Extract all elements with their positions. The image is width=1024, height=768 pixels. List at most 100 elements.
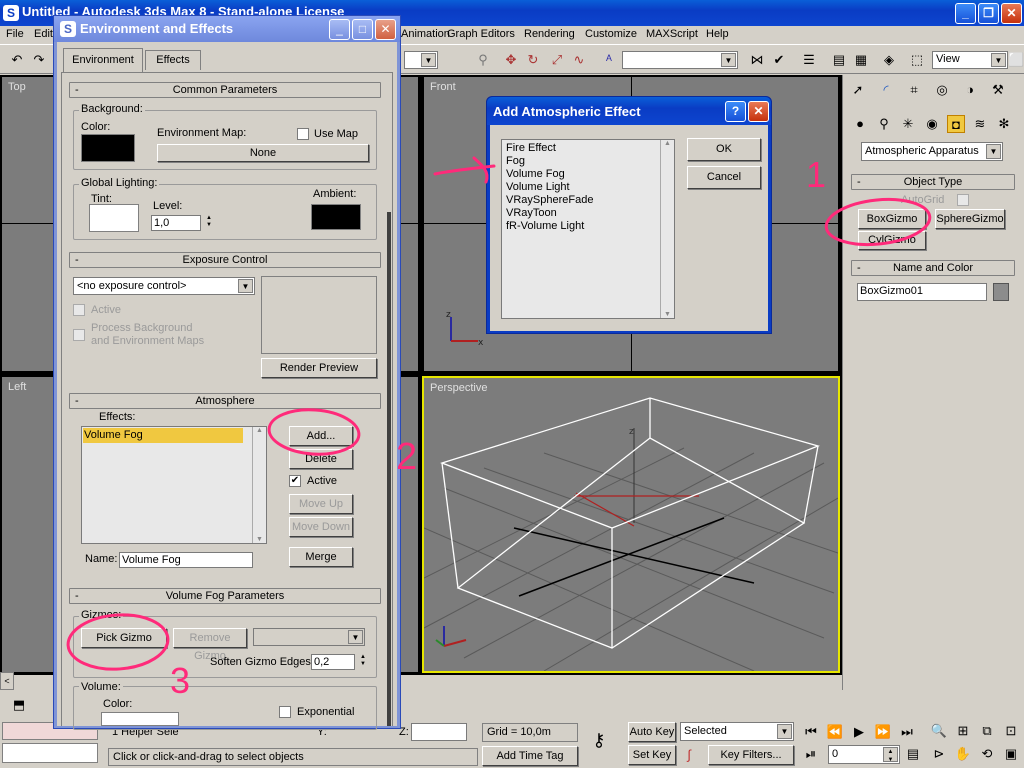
schematic-icon[interactable]: ▦	[852, 51, 870, 69]
effect-type-list-item[interactable]: fR-Volume Light	[506, 220, 584, 232]
current-frame-field[interactable]: 0 ▲ ▼	[828, 745, 900, 764]
env-minimize-button[interactable]: _	[329, 19, 350, 40]
menu-help[interactable]: Help	[706, 28, 729, 40]
named-selection-dropdown[interactable]: ▼	[622, 51, 738, 69]
named-selection-icon[interactable]: ᴬ	[600, 51, 618, 69]
effects-list-scrollbar[interactable]: ▲ ▼	[252, 427, 266, 543]
material-editor-icon[interactable]: ◈	[880, 51, 898, 69]
display-tab-icon[interactable]: ◑	[961, 81, 979, 99]
menu-animation[interactable]: Animation	[401, 28, 450, 40]
env-map-button[interactable]: None	[157, 144, 369, 162]
curve-editor-icon[interactable]: ▤	[830, 51, 848, 69]
delete-effect-button[interactable]: Delete	[289, 449, 353, 469]
helper-category-dropdown[interactable]: Atmospheric Apparatus ▼	[861, 142, 1003, 161]
menu-rendering[interactable]: Rendering	[524, 28, 575, 40]
tint-swatch[interactable]	[89, 204, 139, 232]
exposure-active-checkbox[interactable]	[73, 304, 85, 316]
bg-color-swatch[interactable]	[81, 134, 135, 162]
volume-fog-header[interactable]: - Volume Fog Parameters	[69, 588, 381, 604]
pan-icon[interactable]: ✋	[954, 745, 972, 763]
close-button[interactable]: ✕	[1001, 3, 1022, 24]
z-coordinate-field[interactable]	[411, 723, 467, 741]
exponential-checkbox[interactable]	[279, 706, 291, 718]
atmosphere-header[interactable]: - Atmosphere	[69, 393, 381, 409]
redo-icon[interactable]: ↷	[30, 51, 48, 69]
link-icon[interactable]: ⚲	[474, 51, 492, 69]
level-spinner-arrows[interactable]: ▲ ▼	[203, 215, 215, 231]
motion-tab-icon[interactable]: ◎	[933, 81, 951, 99]
pick-gizmo-button[interactable]: Pick Gizmo	[81, 628, 167, 648]
maxscript-listener-icon[interactable]: ⬒	[10, 696, 28, 714]
effect-type-list-scrollbar[interactable]: ▲ ▼	[660, 140, 674, 318]
utilities-tab-icon[interactable]: ⚒	[989, 81, 1007, 99]
goto-start-icon[interactable]: ⏮	[802, 723, 820, 741]
effect-type-list-item[interactable]: VRaySphereFade	[506, 194, 593, 206]
orbit-icon[interactable]: ⟲	[978, 745, 996, 763]
zoom-all-icon[interactable]: ⊞	[954, 722, 972, 740]
common-params-header[interactable]: - Common Parameters	[69, 82, 381, 98]
viewport-left-label[interactable]: Left	[8, 381, 26, 393]
lights-icon[interactable]: ✳	[899, 115, 917, 133]
effects-list[interactable]: Volume Fog ▲ ▼	[81, 426, 267, 544]
restore-button[interactable]: ❐	[978, 3, 999, 24]
env-maximize-button[interactable]: □	[352, 19, 373, 40]
move-up-button[interactable]: Move Up	[289, 494, 353, 514]
soften-spinner-arrows[interactable]: ▲ ▼	[357, 654, 369, 670]
select-rotate-icon[interactable]: ↻	[524, 51, 542, 69]
cancel-button[interactable]: Cancel	[687, 166, 761, 189]
autogrid-checkbox[interactable]	[957, 194, 969, 206]
effect-type-list[interactable]: Fire Effect Fog Volume Fog Volume Light …	[501, 139, 675, 319]
object-name-field[interactable]: BoxGizmo01	[857, 283, 987, 301]
merge-button[interactable]: Merge	[289, 547, 353, 567]
cylgizmo-button[interactable]: CylGizmo	[858, 231, 926, 250]
systems-icon[interactable]: ✻	[995, 115, 1013, 133]
add-effect-button[interactable]: Add...	[289, 426, 353, 446]
viewport-front-label[interactable]: Front	[430, 81, 456, 93]
effect-type-list-item[interactable]: Volume Fog	[506, 168, 565, 180]
render-setup-icon[interactable]: ⬚	[908, 51, 926, 69]
layer-icon[interactable]: ☰	[800, 51, 818, 69]
viewport-perspective[interactable]: Perspective z	[422, 376, 840, 673]
fov-icon[interactable]: ⊳	[930, 745, 948, 763]
move-down-button[interactable]: Move Down	[289, 517, 353, 537]
boxgizmo-button[interactable]: BoxGizmo	[858, 209, 926, 229]
exposure-dropdown[interactable]: <no exposure control> ▼	[73, 277, 255, 295]
snap-icon[interactable]: ∿	[570, 51, 588, 69]
render-preview-button[interactable]: Render Preview	[261, 358, 377, 378]
process-bg-checkbox[interactable]	[73, 329, 85, 341]
prev-frame-icon[interactable]: ⏪	[826, 723, 844, 741]
add-dialog-close-button[interactable]: ✕	[748, 101, 769, 122]
key-tangent-icon[interactable]: ∫	[680, 746, 698, 764]
level-spinner[interactable]: 1,0	[151, 215, 201, 231]
shapes-icon[interactable]: ⚲	[875, 115, 893, 133]
toolbar-dropdown-1[interactable]: ▼	[404, 51, 438, 69]
spheregizmo-button[interactable]: SphereGizmo	[935, 209, 1005, 229]
create-tab-icon[interactable]: ➚	[849, 81, 867, 99]
env-close-button[interactable]: ✕	[375, 19, 396, 40]
play-icon[interactable]: ▶	[850, 723, 868, 741]
effect-type-list-item[interactable]: Volume Light	[506, 181, 570, 193]
selection-set-dropdown[interactable]: Selected ▼	[680, 722, 794, 741]
menu-maxscript[interactable]: MAXScript	[646, 28, 698, 40]
zoom-extents-all-icon[interactable]: ⊡	[1002, 722, 1020, 740]
effect-type-list-item[interactable]: Fire Effect	[506, 142, 556, 154]
fog-color-swatch[interactable]	[101, 712, 179, 726]
ambient-swatch[interactable]	[311, 204, 361, 230]
menu-file[interactable]: File	[6, 28, 24, 40]
use-map-checkbox[interactable]	[297, 128, 309, 140]
menu-graph-editors[interactable]: Graph Editors	[447, 28, 515, 40]
geometry-icon[interactable]: ●	[851, 115, 869, 133]
effect-type-list-item[interactable]: Fog	[506, 155, 525, 167]
effect-type-list-item[interactable]: VRayToon	[506, 207, 557, 219]
add-time-tag-button[interactable]: Add Time Tag	[482, 746, 578, 766]
goto-end-icon[interactable]: ⏭	[898, 723, 916, 741]
time-slider-left[interactable]: <	[0, 672, 14, 690]
effect-active-checkbox[interactable]: ✔	[289, 475, 301, 487]
cameras-icon[interactable]: ◉	[923, 115, 941, 133]
quick-render-icon[interactable]: ⬜	[1008, 51, 1024, 69]
soften-spinner[interactable]: 0,2	[311, 654, 355, 670]
select-scale-icon[interactable]: ⤢	[548, 51, 566, 69]
select-move-icon[interactable]: ✥	[502, 51, 520, 69]
help-button[interactable]: ?	[725, 101, 746, 122]
maximize-viewport-icon[interactable]: ▣	[1002, 745, 1020, 763]
